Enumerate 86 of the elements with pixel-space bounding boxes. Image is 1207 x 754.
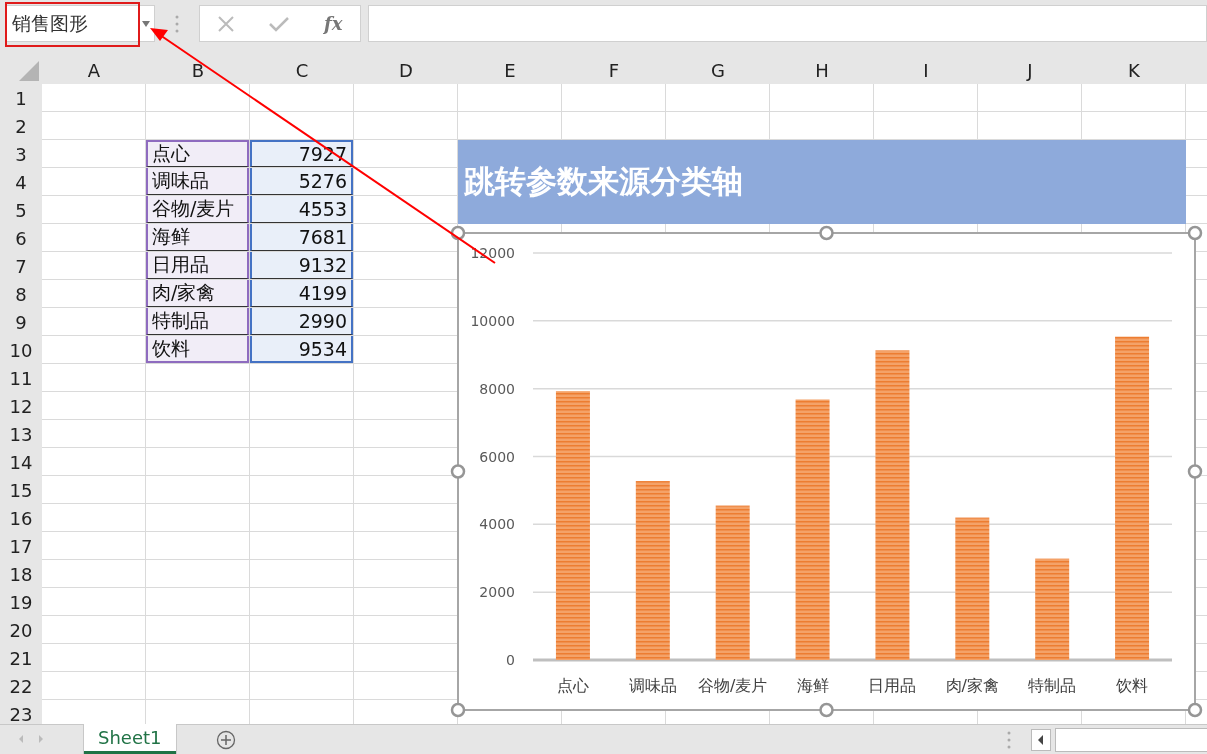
axis-label: 2000 (479, 584, 515, 601)
resize-handle[interactable] (450, 464, 466, 479)
row-header[interactable]: 3 (0, 140, 42, 168)
row-header[interactable]: 9 (0, 308, 42, 336)
row-header[interactable]: 2 (0, 112, 42, 140)
insert-function-button[interactable]: fx (323, 13, 343, 34)
column-header[interactable]: B (146, 56, 250, 84)
table-cell: 特制品 (146, 308, 249, 335)
column-header[interactable]: E (458, 56, 562, 84)
table-cell: 2990 (250, 308, 353, 335)
table-cell: 7681 (250, 224, 353, 251)
row-header[interactable]: 12 (0, 392, 42, 420)
table-cell: 日用品 (146, 252, 249, 279)
row-header[interactable]: 16 (0, 504, 42, 532)
axis-label: 海鲜 (796, 676, 829, 695)
axis-label: 0 (506, 652, 515, 668)
row-header[interactable]: 21 (0, 644, 42, 672)
axis-label: 饮料 (1116, 676, 1149, 695)
row-header[interactable]: 13 (0, 420, 42, 448)
table-cell: 海鲜 (146, 224, 249, 251)
column-header[interactable]: G (666, 56, 770, 84)
table-cell: 点心 (146, 140, 249, 167)
column-header[interactable]: J (978, 56, 1082, 84)
row-header[interactable]: 4 (0, 168, 42, 196)
row-header[interactable]: 7 (0, 252, 42, 280)
column-header[interactable]: K (1082, 56, 1186, 84)
row-header[interactable]: 14 (0, 448, 42, 476)
next-sheet-icon[interactable] (36, 734, 46, 744)
axis-label: 8000 (479, 380, 515, 397)
row-header[interactable]: 20 (0, 616, 42, 644)
column-header[interactable]: H (770, 56, 874, 84)
left-arrow-icon (1037, 734, 1045, 745)
column-header[interactable]: A (42, 56, 146, 84)
cancel-icon[interactable] (217, 15, 234, 32)
column-header[interactable]: C (250, 56, 354, 84)
resize-handle[interactable] (1187, 225, 1203, 241)
row-header[interactable]: 10 (0, 336, 42, 364)
scroll-left-button[interactable] (1031, 728, 1051, 751)
caret-icon[interactable] (142, 20, 150, 27)
grip-icon (175, 15, 179, 33)
horizontal-scrollbar[interactable] (1055, 727, 1207, 752)
resize-handle[interactable] (819, 225, 834, 241)
table-cell: 调味品 (146, 168, 249, 195)
table-cell: 4553 (250, 196, 353, 223)
select-all-icon[interactable] (19, 61, 39, 81)
row-header[interactable]: 23 (0, 700, 42, 724)
axis-label: 4000 (479, 516, 515, 533)
row-header[interactable]: 18 (0, 560, 42, 588)
row-header[interactable]: 5 (0, 196, 42, 224)
axis-label: 日用品 (868, 676, 917, 695)
column-header[interactable]: I (874, 56, 978, 84)
resize-handle[interactable] (1187, 464, 1203, 479)
axis-label: 调味品 (628, 676, 677, 695)
formula-input[interactable] (368, 5, 1207, 42)
sheet-tab[interactable]: Sheet1 (84, 724, 176, 754)
axis-label: 肉/家禽 (945, 676, 999, 695)
resize-handle[interactable] (450, 225, 466, 241)
grip-icon (1007, 730, 1011, 749)
resize-handle[interactable] (1187, 702, 1203, 718)
row-header[interactable]: 17 (0, 532, 42, 560)
add-sheet-icon[interactable] (215, 730, 236, 750)
table-cell: 肉/家禽 (146, 280, 249, 307)
column-header[interactable]: F (562, 56, 666, 84)
axis-label: 点心 (556, 676, 589, 695)
name-box[interactable]: 销售图形 (5, 5, 155, 42)
table-cell: 4199 (250, 280, 353, 307)
axis-label: 10000 (470, 312, 515, 329)
row-header[interactable]: 8 (0, 280, 42, 308)
table-cell: 9534 (250, 336, 353, 363)
row-header[interactable]: 19 (0, 588, 42, 616)
row-header[interactable]: 1 (0, 84, 42, 112)
table-cell: 饮料 (146, 336, 249, 363)
axis-label: 6000 (479, 448, 515, 465)
column-header[interactable]: D (354, 56, 458, 84)
check-icon[interactable] (268, 15, 289, 32)
axis-label: 特制品 (1028, 676, 1077, 695)
table-cell: 9132 (250, 252, 353, 279)
resize-handle[interactable] (819, 702, 834, 718)
row-header[interactable]: 15 (0, 476, 42, 504)
row-header[interactable]: 22 (0, 672, 42, 700)
resize-handle[interactable] (450, 702, 466, 718)
row-header[interactable]: 6 (0, 224, 42, 252)
table-cell: 5276 (250, 168, 353, 195)
row-header[interactable]: 11 (0, 364, 42, 392)
table-cell: 谷物/麦片 (146, 196, 249, 223)
axis-label: 谷物/麦片 (698, 676, 768, 695)
